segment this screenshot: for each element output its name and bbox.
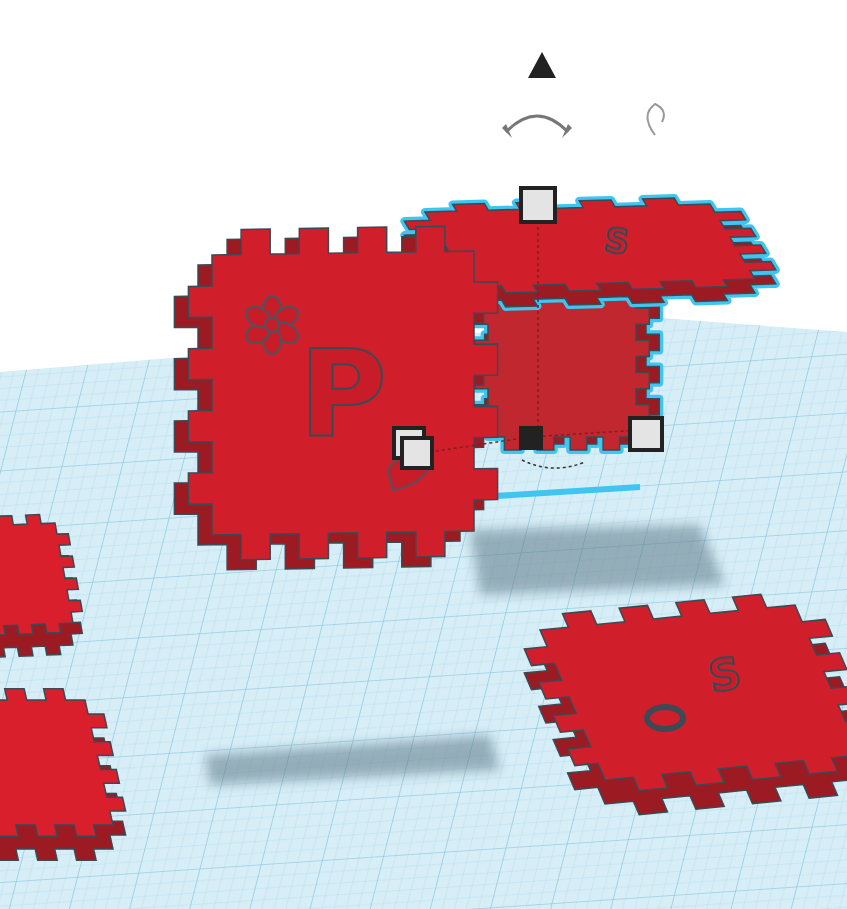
puzzle-plate[interactable]: S: [524, 594, 847, 814]
engraved-letter: S: [601, 219, 631, 262]
engraved-letter: S: [704, 647, 744, 703]
rotate-handle-icon[interactable]: [648, 104, 664, 135]
center-handle[interactable]: [519, 426, 543, 450]
guide-line: [537, 215, 539, 437]
puzzle-plate[interactable]: [0, 689, 126, 861]
rotate-handle-icon[interactable]: [506, 116, 568, 132]
corner-handle[interactable]: [402, 438, 432, 468]
puzzle-plate[interactable]: P: [174, 226, 497, 570]
flower-icon: [242, 296, 301, 354]
rotate-handle-icon[interactable]: [522, 460, 585, 468]
engraved-letter: P: [299, 324, 387, 463]
lift-arrow-icon[interactable]: [528, 52, 556, 78]
selection-footprint: [480, 487, 640, 497]
shadow: [470, 525, 725, 595]
workspace[interactable]: S P S: [0, 0, 847, 909]
shadow: [205, 735, 500, 785]
height-handle[interactable]: [521, 188, 555, 222]
3d-scene[interactable]: S P S: [0, 0, 847, 909]
corner-handle[interactable]: [630, 418, 662, 450]
ring-icon: [647, 707, 683, 729]
puzzle-plate[interactable]: [0, 515, 82, 659]
